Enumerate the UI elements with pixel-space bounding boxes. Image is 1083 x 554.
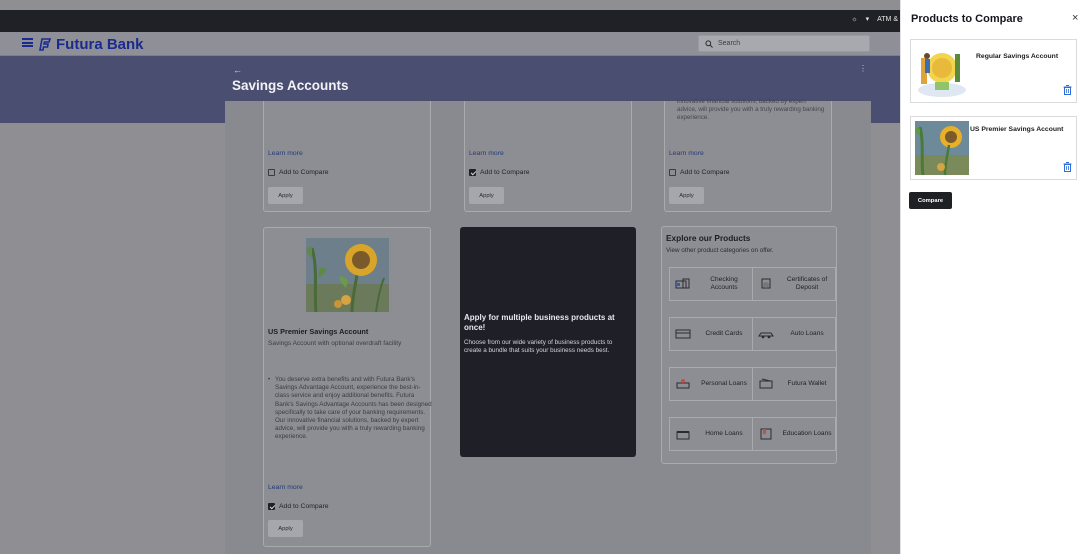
sunflower-illustration	[306, 238, 389, 312]
promo-text: Choose from our wide variety of business…	[464, 339, 613, 354]
promo-card[interactable]: Apply for multiple business products at …	[460, 227, 636, 457]
search-input[interactable]: Search	[698, 35, 870, 52]
apply-button[interactable]: Apply	[669, 187, 704, 204]
checkbox-checked-icon	[469, 169, 476, 176]
explore-title: Explore our Products	[666, 233, 751, 243]
apply-button[interactable]: Apply	[268, 520, 303, 537]
education-icon	[757, 427, 775, 441]
home-icon	[674, 427, 692, 441]
sunflower-image	[306, 238, 389, 312]
tile-home-loans[interactable]: Home Loans	[669, 417, 753, 451]
compare-item-name: US Premier Savings Account	[970, 126, 1064, 133]
product-card-us-premier: US Premier Savings Account Savings Accou…	[263, 227, 434, 547]
learn-more-link[interactable]: Learn more	[669, 150, 704, 157]
kebab-menu-icon[interactable]: ⋮	[859, 64, 867, 73]
back-arrow-icon[interactable]: ←	[233, 65, 242, 75]
product-benefits: You deserve extra benefits and with Futu…	[268, 376, 434, 442]
promo-title: Apply for multiple business products at …	[464, 313, 615, 332]
product-description: innovative financial solutions, backed b…	[677, 98, 825, 121]
certificate-icon	[757, 277, 775, 291]
panel-title: Products to Compare	[911, 13, 1023, 25]
tile-futura-wallet[interactable]: Futura Wallet	[752, 367, 836, 401]
atm-link[interactable]: ATM &	[877, 16, 898, 23]
apply-button[interactable]: Apply	[469, 187, 504, 204]
add-to-compare-checkbox[interactable]: Add to Compare	[469, 169, 530, 176]
learn-more-link[interactable]: Learn more	[268, 150, 303, 157]
learn-more-link[interactable]: Learn more	[469, 150, 504, 157]
explore-subtitle: View other product categories on offer.	[666, 247, 774, 254]
checkbox-icon	[669, 169, 676, 176]
tile-checking-accounts[interactable]: Checking Accounts	[669, 267, 753, 301]
learn-more-link[interactable]: Learn more	[268, 484, 303, 491]
sun-icon[interactable]: ☼	[851, 16, 857, 23]
close-icon[interactable]: ×	[1072, 12, 1078, 24]
tile-certificates-of-deposit[interactable]: Certificates of Deposit	[752, 267, 836, 301]
product-card-2: Learn more Add to Compare Apply	[464, 101, 632, 212]
brand-name: Futura Bank	[56, 36, 144, 53]
compare-item-us-premier: US Premier Savings Account	[910, 116, 1077, 180]
checking-icon	[674, 277, 692, 291]
checkbox-checked-icon	[268, 503, 275, 510]
product-card-1: Learn more Add to Compare Apply	[263, 101, 431, 212]
product-title: US Premier Savings Account	[268, 327, 369, 336]
hamburger-menu-icon[interactable]	[22, 38, 33, 47]
checkbox-icon	[268, 169, 275, 176]
personal-loan-icon	[674, 377, 692, 391]
futura-logo-icon	[39, 38, 52, 51]
car-icon	[757, 327, 775, 341]
apply-button[interactable]: Apply	[268, 187, 303, 204]
compare-item-name: Regular Savings Account	[976, 53, 1059, 60]
tile-education-loans[interactable]: Education Loans	[752, 417, 836, 451]
tile-personal-loans[interactable]: Personal Loans	[669, 367, 753, 401]
top-bar: ☼ ▾ ATM &	[0, 10, 900, 32]
product-card-3: innovative financial solutions, backed b…	[664, 98, 832, 212]
explore-products: Explore our Products View other product …	[661, 226, 837, 464]
page-title: Savings Accounts	[232, 78, 349, 93]
brand-logo[interactable]: Futura Bank	[38, 36, 144, 53]
tile-auto-loans[interactable]: Auto Loans	[752, 317, 836, 351]
wallet-icon	[757, 377, 775, 391]
add-to-compare-checkbox[interactable]: Add to Compare	[268, 169, 329, 176]
credit-card-icon	[674, 327, 692, 341]
sunflower-thumbnail	[915, 121, 969, 175]
chevron-down-icon[interactable]: ▾	[866, 15, 870, 23]
trash-icon[interactable]	[1063, 85, 1072, 95]
product-subtitle: Savings Account with optional overdraft …	[268, 340, 402, 347]
search-icon	[705, 39, 713, 48]
nav-bar: Futura Bank Search	[0, 32, 900, 56]
add-to-compare-checkbox[interactable]: Add to Compare	[268, 503, 329, 510]
compare-panel: Products to Compare × Regular Savings Ac…	[900, 0, 1083, 554]
savings-illustration	[915, 44, 969, 98]
compare-item-regular-savings: Regular Savings Account	[910, 39, 1077, 103]
compare-button[interactable]: Compare	[909, 192, 952, 209]
tile-credit-cards[interactable]: Credit Cards	[669, 317, 753, 351]
search-placeholder: Search	[718, 40, 741, 47]
add-to-compare-checkbox[interactable]: Add to Compare	[669, 169, 730, 176]
trash-icon[interactable]	[1063, 162, 1072, 172]
